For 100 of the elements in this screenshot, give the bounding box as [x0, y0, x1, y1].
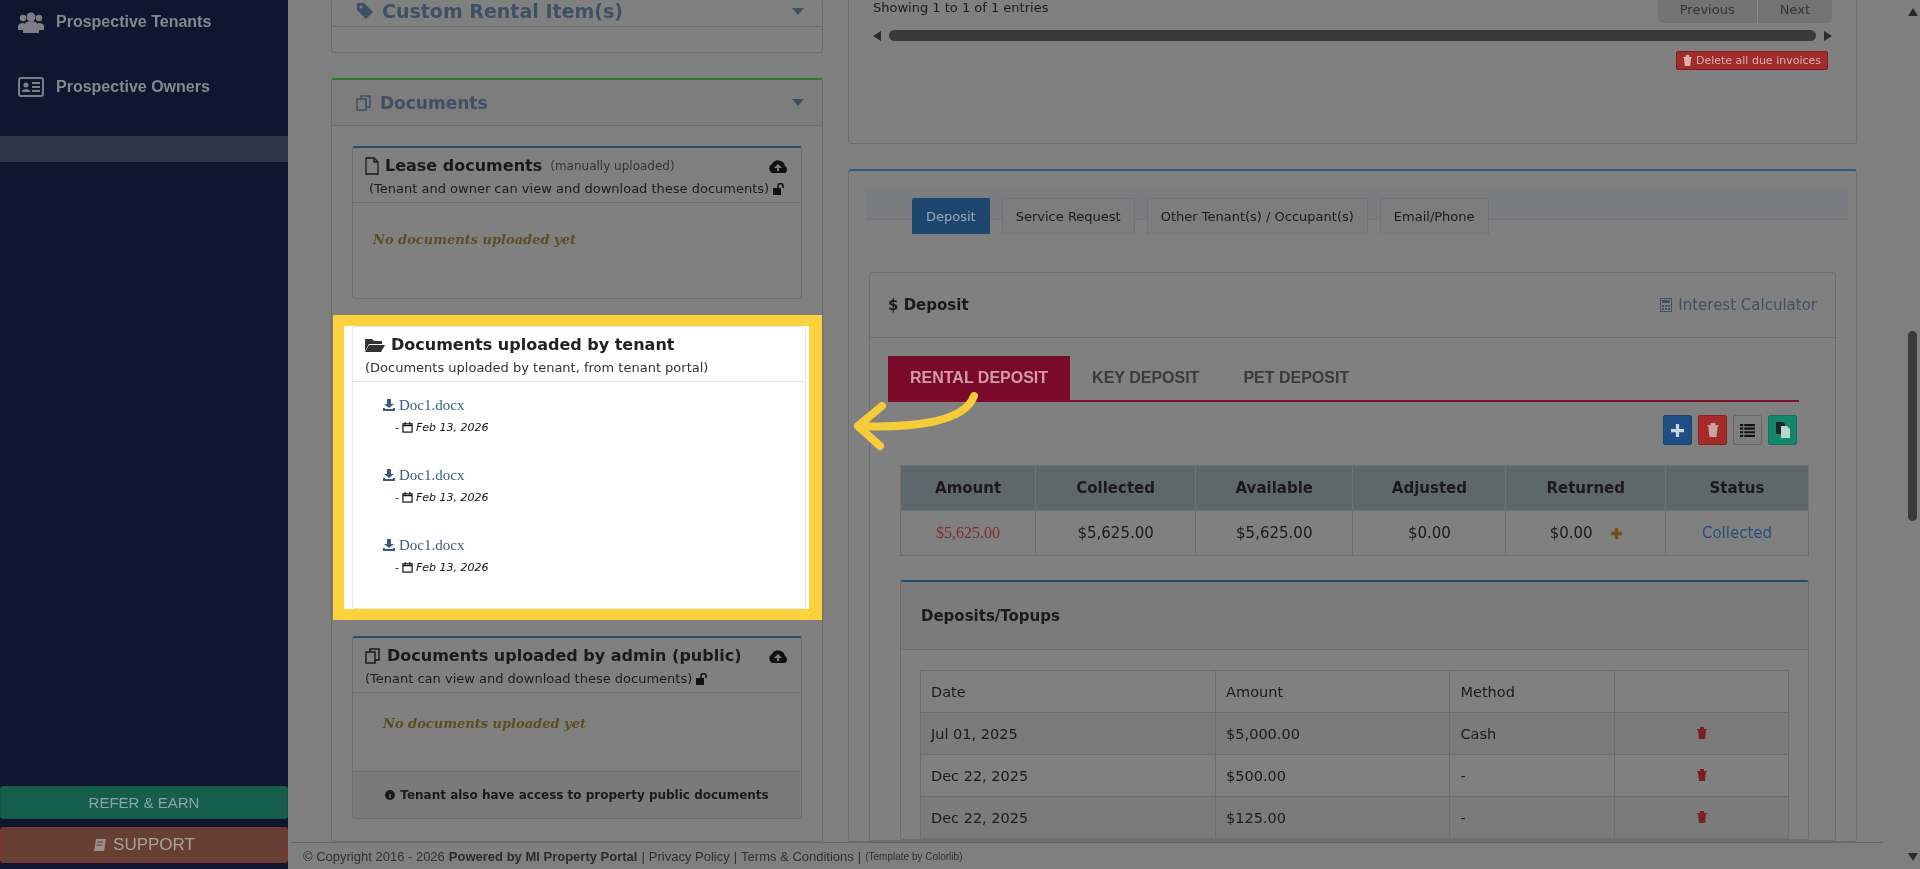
sidebar-label: Prospective Tenants [56, 13, 212, 31]
trash-icon [1706, 423, 1719, 437]
table-cell: Dec 22, 2025 [920, 754, 1216, 797]
file-link[interactable]: Doc1.docx [383, 466, 465, 484]
sidebar-item[interactable]: Prospective Tenants [0, 0, 288, 53]
scroll-down-icon[interactable] [1907, 853, 1918, 861]
empty-message: No documents uploaded yet [383, 716, 586, 731]
panel-note: (Tenant can view and download these documents) [365, 671, 693, 686]
table-cell: $500.00 [1215, 754, 1450, 797]
table-cell: Cash [1449, 712, 1615, 755]
deposit-tab[interactable]: KEY DEPOSIT [1070, 356, 1222, 400]
column-header: Status [1665, 465, 1809, 511]
panel-title: Lease documents [385, 156, 543, 175]
add-button[interactable] [1663, 415, 1692, 445]
upload-date: Feb 13, 2026 [416, 491, 489, 504]
table-cell: $5,000.00 [1215, 712, 1450, 755]
list-button[interactable] [1733, 415, 1762, 445]
template-credit: (Template by Colorlib) [865, 850, 963, 862]
scroll-up-icon[interactable] [1907, 8, 1918, 16]
caret-icon[interactable] [792, 7, 804, 15]
id-card-icon [18, 77, 44, 97]
calendar-icon [402, 492, 413, 503]
footnote-text: Tenant also have access to property public documents [400, 788, 769, 802]
table-cell: - [1449, 796, 1615, 839]
panel-note: (Tenant and owner can view and download these documents) [369, 181, 770, 196]
trash-icon[interactable] [1696, 726, 1707, 739]
copy-icon [356, 94, 372, 111]
upload-date: Feb 13, 2026 [416, 561, 489, 574]
dash: - [395, 421, 399, 434]
column-header: Amount [1215, 670, 1450, 713]
trash-icon[interactable] [1696, 768, 1707, 781]
table-cell: $5,625.00 [900, 510, 1036, 556]
column-header: Amount [900, 465, 1036, 511]
support-button[interactable]: SUPPORT [0, 827, 288, 863]
download-icon [383, 469, 395, 481]
unlock-icon [696, 672, 709, 685]
column-header: Adjusted [1352, 465, 1506, 511]
panel-note: (Documents uploaded by tenant, from tenant portal) [365, 360, 709, 375]
tab[interactable]: Service Request [1001, 198, 1135, 234]
card-title: Custom Rental Item(s) [382, 0, 623, 22]
cloud-upload-icon[interactable] [767, 647, 789, 664]
folder-icon [365, 337, 385, 352]
entries-info: Showing 1 to 1 of 1 entries [873, 0, 1049, 15]
plus-icon [1671, 423, 1684, 437]
info-icon [385, 790, 396, 800]
copy-icon [1775, 422, 1790, 438]
panel-title: $ Deposit [888, 296, 969, 314]
column-header: Collected [1035, 465, 1196, 511]
footer-link[interactable]: Terms & Conditions [741, 848, 854, 864]
deposit-tab[interactable]: PET DEPOSIT [1221, 356, 1372, 400]
scroll-right-icon[interactable] [1824, 30, 1832, 41]
powered-by-text: Powered by MI Property Portal [448, 848, 638, 864]
caret-icon[interactable] [792, 99, 804, 106]
footer-link[interactable]: Privacy Policy [648, 848, 730, 864]
table-cell: - [1449, 754, 1615, 797]
delete-invoices-button[interactable]: Delete all due invoices [1675, 51, 1828, 70]
separator: | [641, 848, 645, 864]
sidebar-item[interactable]: Prospective Owners [0, 56, 288, 118]
interest-calculator-link[interactable]: Interest Calculator [1660, 296, 1817, 314]
separator: | [857, 848, 862, 864]
panel-subtitle: (manually uploaded) [550, 158, 675, 173]
book-icon [93, 838, 108, 852]
tab[interactable]: Email/Phone [1379, 198, 1489, 234]
trash-icon [1682, 55, 1692, 66]
empty-message: No documents uploaded yet [373, 232, 576, 247]
separator: | [733, 848, 738, 864]
unlock-icon [773, 182, 786, 195]
table-cell: $0.00 [1352, 510, 1506, 556]
panel-title: Documents uploaded by admin (public) [387, 646, 742, 665]
copy-icon [365, 647, 381, 664]
upload-date: Feb 13, 2026 [416, 421, 489, 434]
returned-amount: $0.00 [1549, 524, 1593, 542]
table-cell: $5,625.00 [1035, 510, 1196, 556]
calendar-icon [402, 562, 413, 573]
scrollbar-thumb[interactable] [1908, 331, 1917, 521]
refer-button[interactable]: REFER & EARN [0, 786, 288, 819]
calculator-icon [1660, 298, 1673, 312]
file-link[interactable]: Doc1.docx [383, 396, 465, 414]
deposit-tab[interactable]: RENTAL DEPOSIT [888, 356, 1071, 400]
column-header: Available [1195, 465, 1353, 511]
tab[interactable]: Other Tenant(s) / Occupant(s) [1146, 198, 1368, 234]
column-header: Method [1449, 670, 1615, 713]
dash: - [395, 491, 399, 504]
calendar-icon [402, 422, 413, 433]
column-header: Returned [1505, 465, 1666, 511]
delete-button[interactable] [1698, 415, 1727, 445]
scroll-left-icon[interactable] [873, 30, 881, 41]
panel-title: Deposits/Topups [921, 606, 1060, 625]
copyright-text: © Copyright 2016 - 2026 [303, 848, 445, 864]
trash-icon[interactable] [1696, 810, 1707, 823]
download-icon [383, 399, 395, 411]
dash: - [395, 561, 399, 574]
file-link[interactable]: Doc1.docx [383, 536, 465, 554]
copy-button[interactable] [1768, 415, 1797, 445]
cloud-upload-icon[interactable] [767, 157, 789, 174]
table-cell: $5,625.00 [1195, 510, 1353, 556]
table-cell: Dec 22, 2025 [920, 796, 1216, 839]
download-icon [383, 539, 395, 551]
tab[interactable]: Deposit [912, 198, 990, 234]
people-icon [18, 11, 44, 33]
